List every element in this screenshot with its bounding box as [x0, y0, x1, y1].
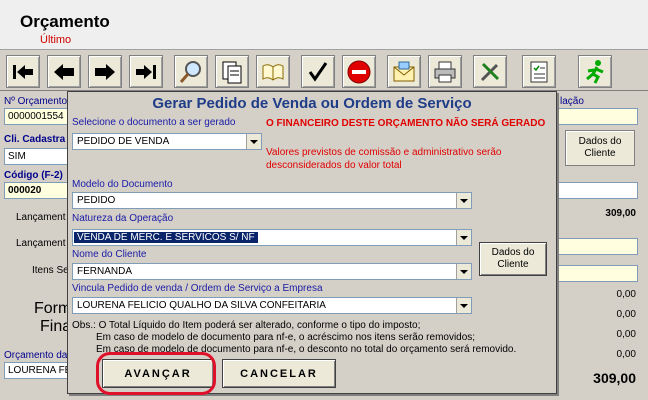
document-model-select[interactable]: PEDIDO — [72, 192, 472, 209]
last-record-icon[interactable] — [129, 55, 163, 88]
bg-value-309: 309,00 — [605, 208, 636, 219]
client-name-label: Nome do Cliente — [72, 249, 147, 260]
client-code-field[interactable]: 000020 — [4, 182, 68, 199]
relation-field[interactable] — [558, 108, 638, 125]
bg-zero-3: 0,00 — [616, 329, 636, 340]
budget-of-label: Orçamento da — [4, 350, 68, 361]
window-title: Orçamento — [20, 12, 110, 31]
operation-nature-label: Natureza da Operação — [72, 213, 174, 224]
document-type-value: PEDIDO DE VENDA — [77, 136, 170, 147]
observation-line-2: Em caso de modelo de documento para nf-e… — [96, 332, 476, 343]
document-model-label: Modelo do Documento — [72, 179, 173, 190]
client-data-button[interactable]: Dados do Cliente — [479, 242, 547, 276]
bg-total: 309,00 — [593, 370, 636, 386]
dialog-title: Gerar Pedido de Venda ou Ordem de Serviç… — [152, 95, 472, 112]
order-number-label: Nº Orçamento — [4, 96, 68, 107]
tools-icon[interactable] — [473, 55, 507, 88]
client-name-value: FERNANDA — [77, 266, 133, 277]
observation-notes: Obs.: O Total Líquido do Item poderá ser… — [72, 320, 516, 356]
window-subtitle: Último — [40, 34, 72, 46]
chevron-down-icon[interactable] — [456, 230, 471, 245]
client-registered-field[interactable]: SIM — [4, 148, 68, 165]
document-type-select[interactable]: PEDIDO DE VENDA — [72, 133, 262, 150]
window-header: Orçamento Último — [0, 0, 648, 50]
bg-zero-4: 0,00 — [616, 349, 636, 360]
client-name-select[interactable]: FERNANDA — [72, 263, 472, 280]
select-document-label: Selecione o documento a ser gerado — [72, 117, 236, 128]
bg-field-2[interactable] — [558, 238, 638, 255]
bg-dropdown[interactable] — [558, 182, 638, 199]
relation-label: lação — [560, 96, 584, 107]
launch-label-2: Lançament — [16, 238, 66, 249]
link-company-select[interactable]: LOURENA FELICIO QUALHO DA SILVA CONFEITA… — [72, 297, 472, 314]
bg-zero-2: 0,00 — [616, 309, 636, 320]
budget-of-field[interactable]: LOURENA FE — [4, 362, 68, 379]
search-icon[interactable] — [174, 55, 208, 88]
previous-record-icon[interactable] — [47, 55, 81, 88]
chevron-down-icon[interactable] — [456, 193, 471, 208]
cancel-stop-icon[interactable] — [342, 55, 376, 88]
link-company-label: Vincula Pedido de venda / Ordem de Servi… — [72, 283, 323, 294]
printer-icon[interactable] — [428, 55, 462, 88]
copy-document-icon[interactable] — [215, 55, 249, 88]
bg-field-3[interactable] — [558, 265, 638, 282]
client-registered-label: Cli. Cadastra — [4, 134, 66, 145]
first-record-icon[interactable] — [6, 55, 40, 88]
exit-runner-icon[interactable] — [578, 55, 612, 88]
commission-warning-line2: desconsiderados do valor total — [266, 160, 402, 171]
observation-line-1: Obs.: O Total Líquido do Item poderá ser… — [72, 320, 421, 331]
payment-form-label: Form — [34, 300, 72, 317]
document-model-value: PEDIDO — [77, 195, 116, 206]
checklist-icon[interactable] — [522, 55, 556, 88]
launch-label-1: Lançament — [16, 212, 66, 223]
confirm-check-icon[interactable] — [301, 55, 335, 88]
chevron-down-icon[interactable] — [456, 264, 471, 279]
link-company-value: LOURENA FELICIO QUALHO DA SILVA CONFEITA… — [77, 300, 326, 311]
highlight-annotation — [96, 352, 216, 395]
financial-warning: O FINANCEIRO DESTE ORÇAMENTO NÃO SERÁ GE… — [266, 118, 546, 129]
bg-zero-1: 0,00 — [616, 289, 636, 300]
open-book-icon[interactable] — [256, 55, 290, 88]
next-record-icon[interactable] — [88, 55, 122, 88]
chevron-down-icon[interactable] — [456, 298, 471, 313]
operation-nature-value: VENDA DE MERC. E SERVICOS S/ NF — [74, 232, 258, 243]
order-number-field[interactable]: 0000001554 — [4, 108, 68, 125]
toolbar — [0, 51, 648, 91]
generate-order-dialog: Gerar Pedido de Venda ou Ordem de Serviç… — [67, 91, 557, 394]
chevron-down-icon[interactable] — [246, 134, 261, 149]
cancel-button[interactable]: CANCELAR — [222, 359, 336, 388]
client-code-label: Código (F-2) — [4, 170, 63, 181]
items-label: Itens Se — [32, 265, 69, 276]
email-icon[interactable] — [387, 55, 421, 88]
client-data-button-bg[interactable]: Dados do Cliente — [565, 130, 635, 166]
operation-nature-select[interactable]: VENDA DE MERC. E SERVICOS S/ NF — [72, 229, 472, 246]
commission-warning-line1: Valores previstos de comissão e administ… — [266, 147, 502, 158]
